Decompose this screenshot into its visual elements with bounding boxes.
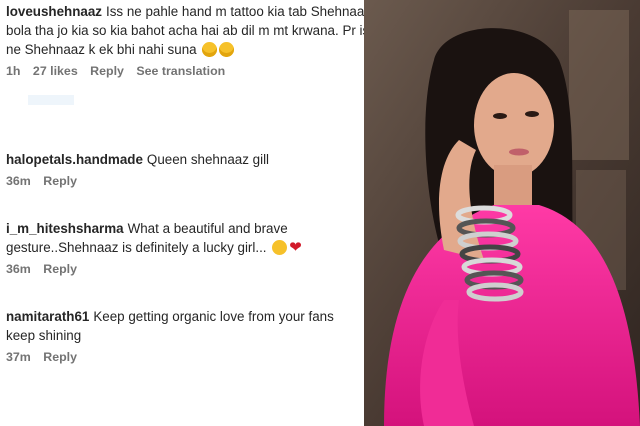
comment-time: 36m bbox=[6, 174, 31, 188]
celebrity-photo bbox=[364, 0, 640, 426]
reply-button[interactable]: Reply bbox=[43, 174, 77, 188]
comment-username[interactable]: namitarath61 bbox=[6, 309, 89, 324]
comment-body-last-line: ne Shehnaaz k ek bhi nahi suna bbox=[6, 40, 362, 59]
star-struck-emoji-icon bbox=[272, 240, 288, 255]
comment-time: 37m bbox=[6, 350, 31, 364]
comment-text: namitarath61 Keep getting organic love fr… bbox=[6, 307, 362, 326]
comment-text: loveushehnaaz Iss ne pahle hand m tattoo … bbox=[6, 2, 366, 21]
hidden-replies-bar bbox=[28, 95, 74, 105]
comment-body-last-line: gesture..Shehnaaz is definitely a lucky … bbox=[6, 238, 362, 257]
comment-body-line: Iss ne pahle hand m tattoo kia tab Shehn… bbox=[106, 4, 366, 19]
comment-item: i_m_hiteshsharma What a beautiful and bra… bbox=[6, 219, 362, 276]
comment-meta: 1h 27 likes Reply See translation bbox=[6, 64, 362, 78]
comment-item: halopetals.handmade Queen shehnaaz gill 3… bbox=[6, 150, 362, 188]
comment-body-line: What a beautiful and brave bbox=[127, 221, 288, 236]
comment-meta: 36m Reply bbox=[6, 174, 362, 188]
comment-body-line: gesture..Shehnaaz is definitely a lucky … bbox=[6, 240, 267, 255]
reply-button[interactable]: Reply bbox=[43, 350, 77, 364]
see-translation-button[interactable]: See translation bbox=[136, 64, 225, 78]
comment-likes[interactable]: 27 likes bbox=[33, 64, 78, 78]
portrait-illustration bbox=[364, 0, 640, 426]
comments-panel: loveushehnaaz Iss ne pahle hand m tattoo … bbox=[0, 0, 366, 426]
comment-meta: 36m Reply bbox=[6, 262, 362, 276]
comment-meta: 37m Reply bbox=[6, 350, 362, 364]
comment-username[interactable]: loveushehnaaz bbox=[6, 4, 102, 19]
comment-item: namitarath61 Keep getting organic love fr… bbox=[6, 307, 362, 364]
comment-text: i_m_hiteshsharma What a beautiful and bra… bbox=[6, 219, 362, 238]
comment-body-line: bola tha jo kia so kia bahot acha hai ab… bbox=[6, 23, 366, 38]
comment-body-line: ne Shehnaaz k ek bhi nahi suna bbox=[6, 42, 197, 57]
reply-button[interactable]: Reply bbox=[90, 64, 124, 78]
comment-body-line: Keep getting organic love from your fans bbox=[93, 309, 334, 324]
red-heart-icon: ❤ bbox=[289, 239, 302, 256]
comment-time: 1h bbox=[6, 64, 21, 78]
reply-button[interactable]: Reply bbox=[43, 262, 77, 276]
laughing-emoji-icon bbox=[202, 42, 218, 57]
comment-time: 36m bbox=[6, 262, 31, 276]
comment-username[interactable]: halopetals.handmade bbox=[6, 152, 143, 167]
laughing-emoji-icon bbox=[219, 42, 235, 57]
comment-body-line: keep shining bbox=[6, 328, 82, 343]
comment-item: loveushehnaaz Iss ne pahle hand m tattoo … bbox=[6, 2, 366, 78]
comment-username[interactable]: i_m_hiteshsharma bbox=[6, 221, 124, 236]
comment-body-line: Queen shehnaaz gill bbox=[146, 152, 270, 167]
comment-text: halopetals.handmade Queen shehnaaz gill bbox=[6, 150, 362, 169]
